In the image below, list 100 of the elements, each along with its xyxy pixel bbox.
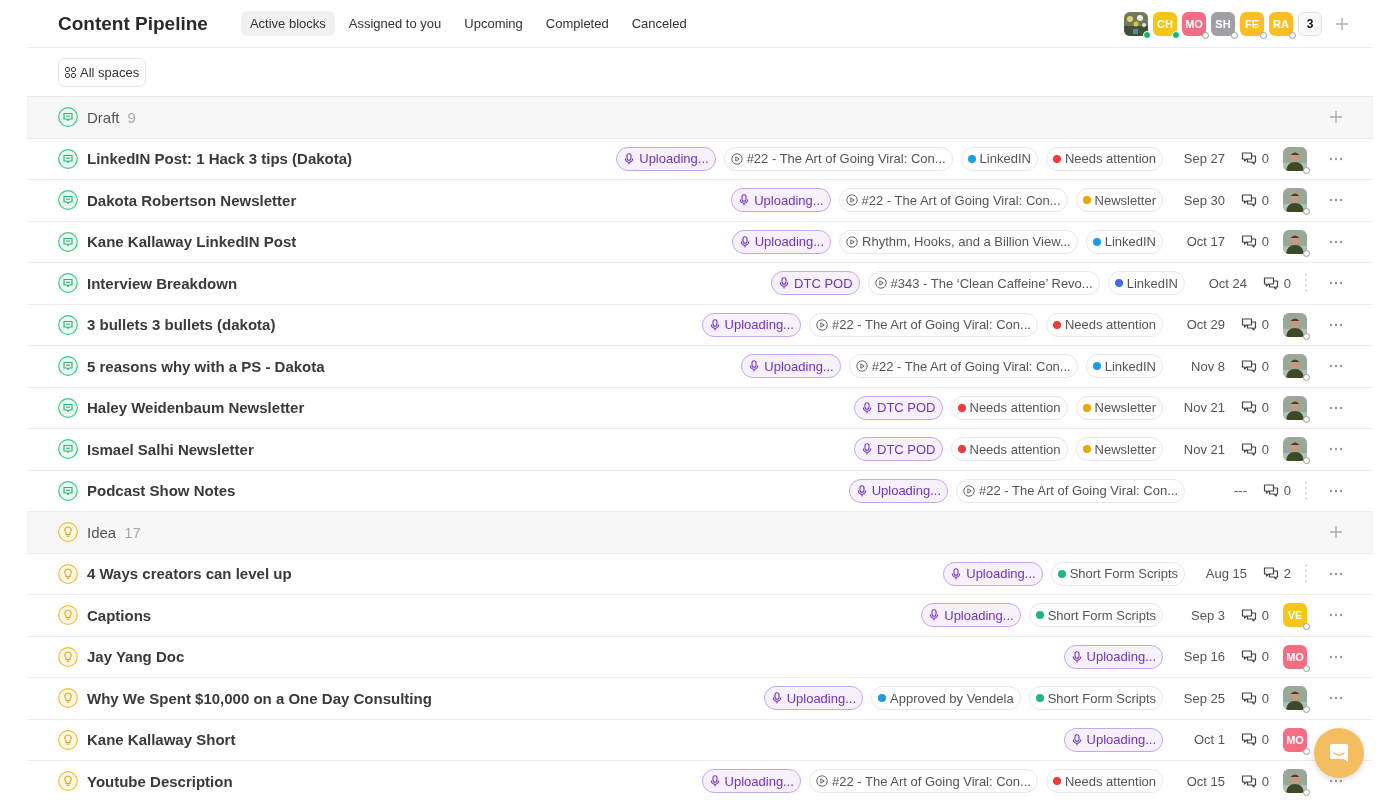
upload-tag[interactable]: Uploading... — [1063, 644, 1163, 669]
plus-icon[interactable] — [1329, 110, 1343, 125]
comments-icon — [1240, 607, 1257, 623]
status-tag[interactable]: Newsletter — [1075, 188, 1163, 213]
item-title[interactable]: Why We Spent $10,000 on a One Day Consulting — [87, 689, 432, 707]
episode-tag[interactable]: #22 - The Art of Going Viral: Con... — [808, 769, 1038, 794]
more-options-icon[interactable] — [1329, 405, 1343, 410]
upload-tag[interactable]: Uploading... — [701, 312, 801, 337]
plus-icon[interactable] — [1335, 16, 1349, 31]
item-title[interactable]: Kane Kallaway LinkedIN Post — [87, 233, 297, 251]
more-options-icon[interactable] — [1329, 613, 1343, 618]
episode-tag[interactable]: #22 - The Art of Going Viral: Con... — [848, 354, 1078, 379]
status-tag[interactable]: Needs attention — [1045, 312, 1163, 337]
tab[interactable]: Active blocks — [240, 11, 335, 36]
status-tag[interactable]: Newsletter — [1075, 395, 1163, 420]
item-title[interactable]: 5 reasons why with a PS - Dakota — [87, 357, 325, 375]
item-title[interactable]: 4 Ways creators can level up — [87, 565, 292, 583]
more-options-icon[interactable] — [1329, 322, 1343, 327]
tab[interactable]: Assigned to you — [339, 11, 451, 36]
microphone-icon — [738, 194, 751, 207]
episode-tag[interactable]: #343 - The ‘Clean Caffeine’ Revo... — [867, 271, 1100, 296]
chat-icon — [1328, 742, 1350, 764]
group-count: 9 — [127, 108, 136, 126]
microphone-icon — [738, 235, 751, 248]
more-options-icon[interactable] — [1329, 156, 1343, 161]
upload-tag[interactable]: Uploading... — [921, 603, 1021, 628]
upload-tag[interactable]: Uploading... — [731, 188, 831, 213]
group-header[interactable]: Idea 17 — [27, 512, 1373, 554]
item-title[interactable]: Jay Yang Doc — [87, 648, 185, 666]
comments-icon — [1240, 649, 1257, 665]
item-title[interactable]: Haley Weidenbaum Newsletter — [87, 399, 305, 417]
item-title[interactable]: Interview Breakdown — [87, 274, 238, 292]
more-options-icon[interactable] — [1329, 364, 1343, 369]
more-options-icon[interactable] — [1329, 654, 1343, 659]
group-header[interactable]: Draft 9 — [27, 97, 1373, 139]
upload-tag[interactable]: Uploading... — [701, 769, 801, 794]
tab[interactable]: Completed — [536, 11, 618, 36]
status-tag[interactable]: LinkedIN — [1085, 229, 1163, 254]
group-count: 17 — [124, 523, 141, 541]
more-options-icon[interactable] — [1329, 198, 1343, 203]
microphone-icon — [1070, 650, 1083, 663]
comments-icon — [1240, 234, 1257, 250]
due-date: Oct 29 — [1185, 317, 1225, 333]
item-title[interactable]: LinkedIN Post: 1 Hack 3 tips (Dakota) — [87, 150, 353, 168]
upload-tag[interactable]: Uploading... — [731, 229, 832, 254]
more-options-icon[interactable] — [1329, 447, 1343, 452]
upload-tag[interactable]: DTC POD — [771, 271, 860, 296]
status-tag[interactable]: Short Form Scripts — [1028, 603, 1163, 628]
comments-icon — [1240, 732, 1257, 748]
status-tag[interactable]: Needs attention — [1045, 769, 1163, 794]
status-tag[interactable]: Needs attention — [950, 395, 1068, 420]
item-title[interactable]: Youtube Description — [87, 772, 233, 790]
play-icon — [855, 360, 868, 373]
tab[interactable]: Upcoming — [455, 11, 532, 36]
chat-bubble-icon — [58, 148, 78, 169]
chat-launcher-button[interactable] — [1314, 728, 1364, 778]
tab[interactable]: Canceled — [622, 11, 696, 36]
more-options-icon[interactable] — [1329, 571, 1343, 576]
status-tag[interactable]: Short Form Scripts — [1050, 561, 1185, 586]
upload-tag[interactable]: Uploading... — [848, 478, 949, 503]
item-title[interactable]: Podcast Show Notes — [87, 482, 236, 500]
spaces-filter-button[interactable]: All spaces — [58, 57, 147, 87]
chat-bubble-icon — [58, 190, 78, 211]
chat-bubble-icon — [58, 397, 78, 418]
upload-tag[interactable]: Uploading... — [616, 146, 716, 171]
upload-tag[interactable]: Uploading... — [1063, 727, 1163, 752]
more-members-count[interactable]: 3 — [1298, 11, 1322, 36]
episode-tag[interactable]: #22 - The Art of Going Viral: Con... — [723, 146, 953, 171]
episode-tag[interactable]: Rhythm, Hooks, and a Billion View... — [839, 229, 1078, 254]
plus-icon[interactable] — [1329, 525, 1343, 540]
item-title[interactable]: Captions — [87, 606, 152, 624]
comment-count: 0 — [1261, 607, 1269, 623]
episode-tag[interactable]: #22 - The Art of Going Viral: Con... — [956, 478, 1185, 503]
more-options-icon[interactable] — [1329, 239, 1343, 244]
due-date: Sep 16 — [1182, 649, 1225, 665]
upload-tag[interactable]: Uploading... — [943, 561, 1043, 586]
episode-tag[interactable]: #22 - The Art of Going Viral: Con... — [838, 188, 1068, 213]
play-icon — [815, 318, 828, 331]
status-tag[interactable]: Needs attention — [950, 437, 1068, 462]
status-tag[interactable]: Needs attention — [1045, 146, 1163, 171]
status-tag[interactable]: LinkedIN — [1107, 271, 1185, 296]
more-options-icon[interactable] — [1329, 488, 1343, 493]
more-options-icon[interactable] — [1329, 779, 1343, 784]
status-tag[interactable]: Short Form Scripts — [1028, 686, 1163, 711]
status-tag[interactable]: LinkedIN — [960, 146, 1038, 171]
upload-tag[interactable]: Uploading... — [741, 354, 841, 379]
upload-tag[interactable]: DTC POD — [854, 395, 943, 420]
episode-tag[interactable]: #22 - The Art of Going Viral: Con... — [808, 312, 1038, 337]
item-title[interactable]: Kane Kallaway Short — [87, 731, 236, 749]
status-tag[interactable]: Newsletter — [1075, 437, 1163, 462]
item-title[interactable]: 3 bullets 3 bullets (dakota) — [87, 316, 276, 334]
item-title[interactable]: Dakota Robertson Newsletter — [87, 191, 297, 209]
status-tag[interactable]: Approved by Vendela — [871, 686, 1021, 711]
status-tag[interactable]: LinkedIN — [1085, 354, 1163, 379]
more-options-icon[interactable] — [1329, 696, 1343, 701]
comments-icon — [1240, 690, 1257, 706]
upload-tag[interactable]: Uploading... — [763, 686, 864, 711]
upload-tag[interactable]: DTC POD — [854, 437, 943, 462]
item-title[interactable]: Ismael Salhi Newsletter — [87, 440, 254, 458]
more-options-icon[interactable] — [1329, 281, 1343, 286]
